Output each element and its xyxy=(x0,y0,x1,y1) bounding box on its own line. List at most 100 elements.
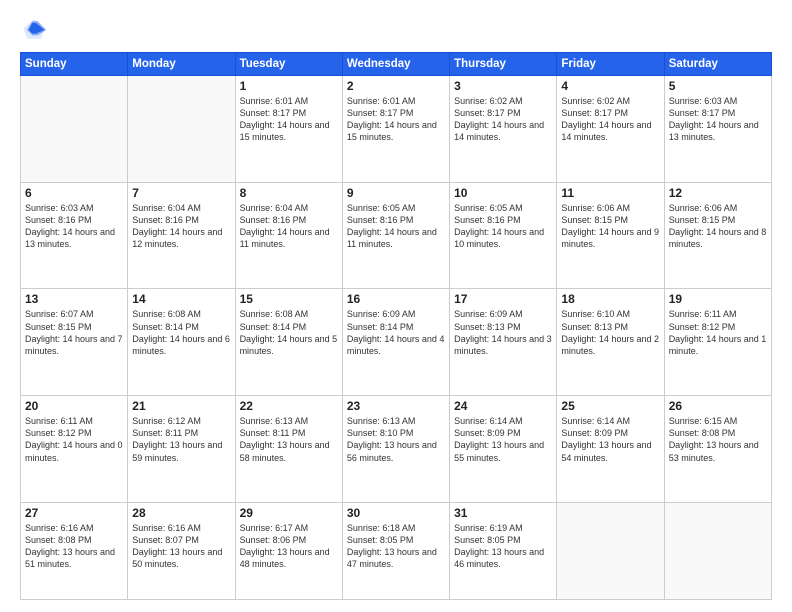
weekday-header-monday: Monday xyxy=(128,53,235,76)
week-row-3: 13 Sunrise: 6:07 AM Sunset: 8:15 PM Dayli… xyxy=(21,289,772,396)
calendar-cell: 21 Sunrise: 6:12 AM Sunset: 8:11 PM Dayli… xyxy=(128,396,235,503)
day-info: Sunrise: 6:14 AM Sunset: 8:09 PM Dayligh… xyxy=(454,415,552,464)
day-number: 4 xyxy=(561,79,659,93)
day-number: 6 xyxy=(25,186,123,200)
calendar-cell: 23Sunrise: 6:13 AM Sunset: 8:10 PM Dayli… xyxy=(342,396,449,503)
day-info: Sunrise: 6:04 AM Sunset: 8:16 PM Dayligh… xyxy=(132,202,230,251)
calendar-cell xyxy=(128,76,235,183)
calendar-cell: 25 Sunrise: 6:14 AM Sunset: 8:09 PM Dayli… xyxy=(557,396,664,503)
calendar-cell xyxy=(664,502,771,599)
day-number: 5 xyxy=(669,79,767,93)
calendar-cell: 3 Sunrise: 6:02 AM Sunset: 8:17 PM Daylig… xyxy=(450,76,557,183)
day-info: Sunrise: 6:13 AM Sunset: 8:11 PM Dayligh… xyxy=(240,415,338,464)
calendar-cell: 28 Sunrise: 6:16 AM Sunset: 8:07 PM Dayli… xyxy=(128,502,235,599)
calendar-cell: 15 Sunrise: 6:08 AM Sunset: 8:14 PM Dayli… xyxy=(235,289,342,396)
week-row-2: 6 Sunrise: 6:03 AM Sunset: 8:16 PM Daylig… xyxy=(21,182,772,289)
day-number: 27 xyxy=(25,506,123,520)
calendar-cell: 9 Sunrise: 6:05 AM Sunset: 8:16 PM Daylig… xyxy=(342,182,449,289)
day-info: Sunrise: 6:01 AM Sunset: 8:17 PM Dayligh… xyxy=(347,95,445,144)
logo-icon xyxy=(20,16,48,44)
day-number: 16 xyxy=(347,292,445,306)
day-info: Sunrise: 6:07 AM Sunset: 8:15 PM Dayligh… xyxy=(25,308,123,357)
day-info: Sunrise: 6:16 AM Sunset: 8:07 PM Dayligh… xyxy=(132,522,230,571)
day-number: 18 xyxy=(561,292,659,306)
calendar-cell xyxy=(557,502,664,599)
day-number: 15 xyxy=(240,292,338,306)
day-number: 12 xyxy=(669,186,767,200)
weekday-header-row: SundayMondayTuesdayWednesdayThursdayFrid… xyxy=(21,53,772,76)
day-number: 13 xyxy=(25,292,123,306)
day-number: 7 xyxy=(132,186,230,200)
day-number: 23 xyxy=(347,399,445,413)
day-number: 21 xyxy=(132,399,230,413)
day-info: Sunrise: 6:06 AM Sunset: 8:15 PM Dayligh… xyxy=(561,202,659,251)
day-number: 22 xyxy=(240,399,338,413)
day-info: Sunrise: 6:03 AM Sunset: 8:17 PM Dayligh… xyxy=(669,95,767,144)
logo xyxy=(20,16,52,44)
calendar-cell: 8 Sunrise: 6:04 AM Sunset: 8:16 PM Daylig… xyxy=(235,182,342,289)
calendar-cell: 24 Sunrise: 6:14 AM Sunset: 8:09 PM Dayli… xyxy=(450,396,557,503)
day-number: 19 xyxy=(669,292,767,306)
calendar-cell: 14 Sunrise: 6:08 AM Sunset: 8:14 PM Dayli… xyxy=(128,289,235,396)
day-info: Sunrise: 6:11 AM Sunset: 8:12 PM Dayligh… xyxy=(669,308,767,357)
day-info: Sunrise: 6:03 AM Sunset: 8:16 PM Dayligh… xyxy=(25,202,123,251)
day-info: Sunrise: 6:17 AM Sunset: 8:06 PM Dayligh… xyxy=(240,522,338,571)
day-number: 17 xyxy=(454,292,552,306)
day-number: 10 xyxy=(454,186,552,200)
day-info: Sunrise: 6:02 AM Sunset: 8:17 PM Dayligh… xyxy=(454,95,552,144)
calendar-cell: 12 Sunrise: 6:06 AM Sunset: 8:15 PM Dayli… xyxy=(664,182,771,289)
day-number: 25 xyxy=(561,399,659,413)
calendar-cell: 31 Sunrise: 6:19 AM Sunset: 8:05 PM Dayli… xyxy=(450,502,557,599)
calendar-cell: 6 Sunrise: 6:03 AM Sunset: 8:16 PM Daylig… xyxy=(21,182,128,289)
header xyxy=(20,16,772,44)
calendar-cell: 4 Sunrise: 6:02 AM Sunset: 8:17 PM Daylig… xyxy=(557,76,664,183)
calendar-cell: 20 Sunrise: 6:11 AM Sunset: 8:12 PM Dayli… xyxy=(21,396,128,503)
day-info: Sunrise: 6:19 AM Sunset: 8:05 PM Dayligh… xyxy=(454,522,552,571)
weekday-header-tuesday: Tuesday xyxy=(235,53,342,76)
day-info: Sunrise: 6:09 AM Sunset: 8:13 PM Dayligh… xyxy=(454,308,552,357)
calendar-cell: 27 Sunrise: 6:16 AM Sunset: 8:08 PM Dayli… xyxy=(21,502,128,599)
calendar-cell: 2 Sunrise: 6:01 AM Sunset: 8:17 PM Daylig… xyxy=(342,76,449,183)
weekday-header-wednesday: Wednesday xyxy=(342,53,449,76)
day-number: 11 xyxy=(561,186,659,200)
day-number: 2 xyxy=(347,79,445,93)
calendar-cell: 19 Sunrise: 6:11 AM Sunset: 8:12 PM Dayli… xyxy=(664,289,771,396)
calendar-cell xyxy=(21,76,128,183)
weekday-header-sunday: Sunday xyxy=(21,53,128,76)
calendar-cell: 10Sunrise: 6:05 AM Sunset: 8:16 PM Dayli… xyxy=(450,182,557,289)
weekday-header-saturday: Saturday xyxy=(664,53,771,76)
day-info: Sunrise: 6:10 AM Sunset: 8:13 PM Dayligh… xyxy=(561,308,659,357)
day-info: Sunrise: 6:04 AM Sunset: 8:16 PM Dayligh… xyxy=(240,202,338,251)
day-number: 8 xyxy=(240,186,338,200)
day-info: Sunrise: 6:01 AM Sunset: 8:17 PM Dayligh… xyxy=(240,95,338,144)
calendar-table: SundayMondayTuesdayWednesdayThursdayFrid… xyxy=(20,52,772,600)
day-info: Sunrise: 6:16 AM Sunset: 8:08 PM Dayligh… xyxy=(25,522,123,571)
day-info: Sunrise: 6:02 AM Sunset: 8:17 PM Dayligh… xyxy=(561,95,659,144)
day-number: 24 xyxy=(454,399,552,413)
calendar-cell: 26 Sunrise: 6:15 AM Sunset: 8:08 PM Dayli… xyxy=(664,396,771,503)
calendar-cell: 18 Sunrise: 6:10 AM Sunset: 8:13 PM Dayli… xyxy=(557,289,664,396)
calendar-cell: 7 Sunrise: 6:04 AM Sunset: 8:16 PM Daylig… xyxy=(128,182,235,289)
day-info: Sunrise: 6:08 AM Sunset: 8:14 PM Dayligh… xyxy=(240,308,338,357)
weekday-header-thursday: Thursday xyxy=(450,53,557,76)
day-number: 9 xyxy=(347,186,445,200)
calendar-cell: 30Sunrise: 6:18 AM Sunset: 8:05 PM Dayli… xyxy=(342,502,449,599)
day-info: Sunrise: 6:08 AM Sunset: 8:14 PM Dayligh… xyxy=(132,308,230,357)
day-info: Sunrise: 6:12 AM Sunset: 8:11 PM Dayligh… xyxy=(132,415,230,464)
day-info: Sunrise: 6:05 AM Sunset: 8:16 PM Dayligh… xyxy=(347,202,445,251)
day-number: 31 xyxy=(454,506,552,520)
day-info: Sunrise: 6:11 AM Sunset: 8:12 PM Dayligh… xyxy=(25,415,123,464)
day-number: 20 xyxy=(25,399,123,413)
day-number: 3 xyxy=(454,79,552,93)
day-number: 26 xyxy=(669,399,767,413)
calendar-cell: 16Sunrise: 6:09 AM Sunset: 8:14 PM Dayli… xyxy=(342,289,449,396)
calendar-cell: 5 Sunrise: 6:03 AM Sunset: 8:17 PM Daylig… xyxy=(664,76,771,183)
page: SundayMondayTuesdayWednesdayThursdayFrid… xyxy=(0,0,792,612)
day-number: 29 xyxy=(240,506,338,520)
day-info: Sunrise: 6:06 AM Sunset: 8:15 PM Dayligh… xyxy=(669,202,767,251)
day-number: 28 xyxy=(132,506,230,520)
day-info: Sunrise: 6:15 AM Sunset: 8:08 PM Dayligh… xyxy=(669,415,767,464)
day-info: Sunrise: 6:14 AM Sunset: 8:09 PM Dayligh… xyxy=(561,415,659,464)
day-number: 14 xyxy=(132,292,230,306)
calendar-cell: 13 Sunrise: 6:07 AM Sunset: 8:15 PM Dayli… xyxy=(21,289,128,396)
